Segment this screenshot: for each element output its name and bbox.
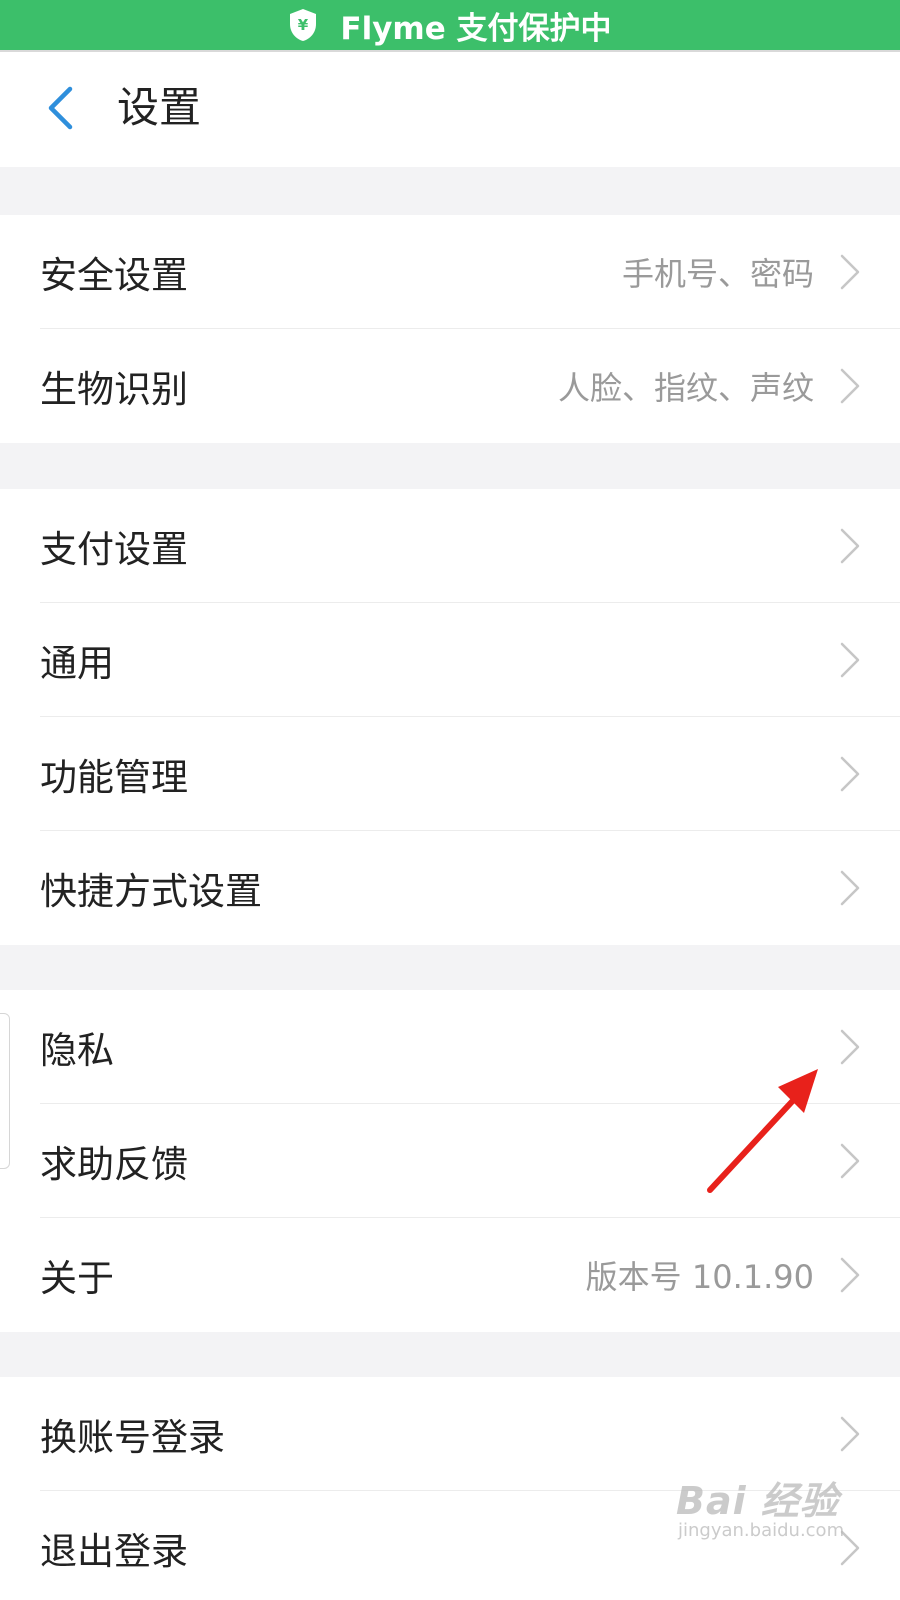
row-security-settings[interactable]: 安全设置 手机号、密码 <box>0 215 900 329</box>
red-arrow-icon <box>707 1069 818 1193</box>
row-label: 隐私 <box>40 1029 114 1072</box>
page-header: 设置 <box>0 52 900 167</box>
row-label: 支付设置 <box>40 528 188 571</box>
settings-group-account-security: 安全设置 手机号、密码 生物识别 人脸、指纹、声纹 <box>0 215 900 443</box>
chevron-right-icon <box>840 1143 860 1179</box>
row-label: 关于 <box>40 1257 114 1300</box>
row-label: 功能管理 <box>40 756 188 799</box>
settings-screen: ¥ Flyme 支付保护中 设置 安全设置 手机号、密码 生物识别 人脸、指纹、… <box>0 0 900 1600</box>
svg-text:¥: ¥ <box>298 16 309 34</box>
back-button[interactable] <box>40 82 80 134</box>
chevron-right-icon <box>840 368 860 404</box>
chevron-right-icon <box>840 1416 860 1452</box>
chevron-right-icon <box>840 528 860 564</box>
row-label: 退出登录 <box>40 1530 188 1573</box>
chevron-left-icon <box>48 86 73 130</box>
chevron-right-icon <box>840 1257 860 1293</box>
row-label: 通用 <box>40 642 114 685</box>
row-shortcut-settings[interactable]: 快捷方式设置 <box>0 831 900 945</box>
baidu-jingyan-watermark: Bai 经验 jingyan.baidu.com <box>676 1470 846 1550</box>
chevron-right-icon <box>840 1029 860 1065</box>
row-about[interactable]: 关于 版本号 10.1.90 <box>0 1218 900 1332</box>
settings-group-general: 支付设置 通用 功能管理 快捷方式设置 <box>0 489 900 945</box>
chevron-right-icon <box>840 870 860 906</box>
row-biometrics[interactable]: 生物识别 人脸、指纹、声纹 <box>0 329 900 443</box>
row-label: 换账号登录 <box>40 1416 225 1459</box>
chevron-right-icon <box>840 254 860 290</box>
row-value: 版本号 10.1.90 <box>585 1258 814 1296</box>
row-label: 快捷方式设置 <box>40 870 262 913</box>
pay-protection-text: Flyme 支付保护中 <box>340 10 612 47</box>
row-value: 手机号、密码 <box>621 255 814 293</box>
row-general[interactable]: 通用 <box>0 603 900 717</box>
row-label: 求助反馈 <box>40 1143 188 1186</box>
page-title: 设置 <box>117 83 202 132</box>
edge-drag-handle[interactable] <box>0 1013 10 1169</box>
watermark-url: jingyan.baidu.com <box>678 1520 845 1541</box>
row-payment-settings[interactable]: 支付设置 <box>0 489 900 603</box>
watermark-logo-text: Bai 经验 <box>676 1479 839 1523</box>
row-value: 人脸、指纹、声纹 <box>557 369 814 407</box>
chevron-right-icon <box>840 756 860 792</box>
shield-yen-icon: ¥ <box>290 9 317 41</box>
pay-protection-banner: ¥ Flyme 支付保护中 <box>0 0 900 50</box>
row-label: 生物识别 <box>40 368 188 411</box>
row-label: 安全设置 <box>40 254 188 297</box>
chevron-right-icon <box>840 642 860 678</box>
row-feature-management[interactable]: 功能管理 <box>0 717 900 831</box>
